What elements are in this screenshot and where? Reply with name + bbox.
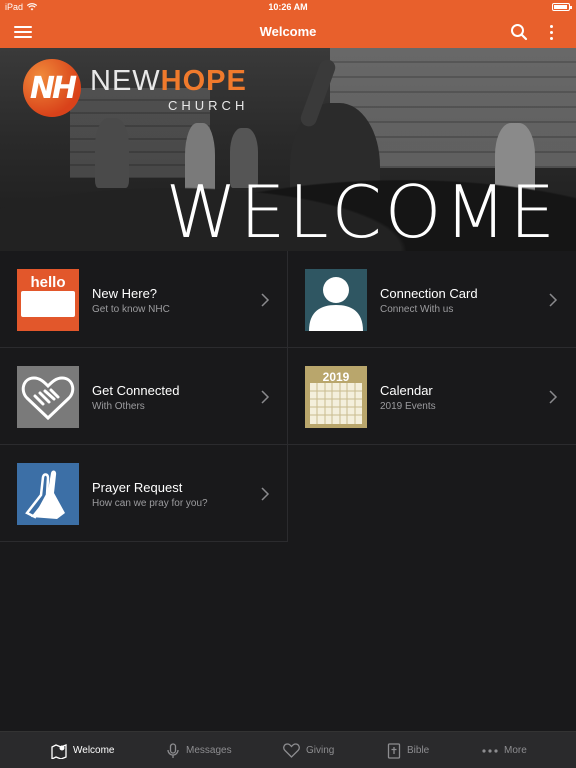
logo-word-church: CHURCH <box>168 98 249 113</box>
chevron-right-icon <box>261 390 270 404</box>
logo-word-hope: HOPE <box>160 65 247 97</box>
chevron-right-icon <box>261 487 270 501</box>
heart-handshake-icon <box>17 366 79 428</box>
tile-label: Connection Card <box>380 286 478 301</box>
tab-giving[interactable]: Giving <box>283 732 334 768</box>
tile-subtitle: Connect With us <box>380 304 454 315</box>
chevron-right-icon <box>549 293 558 307</box>
hello-tag-text: hello <box>30 274 65 291</box>
page-title: Welcome <box>259 24 317 39</box>
tile-label: Prayer Request <box>92 480 183 495</box>
tile-prayer-request[interactable]: Prayer Request How can we pray for you? <box>0 445 288 542</box>
more-options-icon[interactable] <box>545 23 557 41</box>
tile-subtitle: Get to know NHC <box>92 304 170 315</box>
tab-label: More <box>504 745 527 756</box>
tab-messages[interactable]: Messages <box>166 732 232 768</box>
tab-label: Messages <box>186 745 232 756</box>
calendar-icon: 2019 <box>305 366 367 428</box>
bible-cross-icon <box>387 742 401 759</box>
tab-bible[interactable]: Bible <box>387 732 429 768</box>
status-time: 10:26 AM <box>268 2 308 12</box>
tile-label: Get Connected <box>92 383 180 398</box>
praying-hands-icon <box>17 463 79 525</box>
logo-word-new: NEW <box>90 65 161 97</box>
tile-subtitle: With Others <box>92 401 145 412</box>
chevron-right-icon <box>549 390 558 404</box>
tile-label: New Here? <box>92 286 158 301</box>
status-bar: iPad 10:26 AM <box>0 0 576 16</box>
calendar-year-text: 2019 <box>323 370 350 384</box>
microphone-icon <box>167 742 179 758</box>
hello-tag-icon: hello <box>17 269 79 331</box>
divider <box>288 444 576 445</box>
more-dots-icon <box>482 748 498 753</box>
tab-more[interactable]: More <box>482 732 527 768</box>
tile-label: Calendar <box>380 383 433 398</box>
tab-bar: Welcome Messages Giving Bible More <box>0 731 576 768</box>
tile-connection-card[interactable]: Connection Card Connect With us <box>288 251 576 348</box>
navigation-bar: Welcome <box>0 16 576 48</box>
logo-mark-text: NH <box>29 70 77 106</box>
hero-heading: WELCOME <box>165 170 558 251</box>
church-logo-wordmark: NEWHOPE <box>90 66 247 96</box>
search-icon[interactable] <box>510 23 528 41</box>
map-pin-icon <box>51 743 67 759</box>
tab-label: Giving <box>306 745 335 756</box>
heart-icon <box>283 743 300 758</box>
person-silhouette-icon <box>305 269 367 331</box>
tab-label: Welcome <box>73 745 115 756</box>
hero-banner: NH NEWHOPE CHURCH WELCOME <box>0 48 576 251</box>
tile-subtitle: 2019 Events <box>380 401 436 412</box>
tile-new-here[interactable]: hello New Here? Get to know NHC <box>0 251 288 348</box>
tile-get-connected[interactable]: Get Connected With Others <box>0 348 288 445</box>
divider <box>0 541 287 542</box>
chevron-right-icon <box>261 293 270 307</box>
tab-label: Bible <box>407 745 430 756</box>
church-logo-icon: NH <box>23 59 81 117</box>
battery-icon <box>552 3 572 11</box>
tile-calendar[interactable]: 2019 Calendar 2019 Events <box>288 348 576 445</box>
tab-welcome[interactable]: Welcome <box>51 732 115 768</box>
tile-subtitle: How can we pray for you? <box>92 498 208 509</box>
